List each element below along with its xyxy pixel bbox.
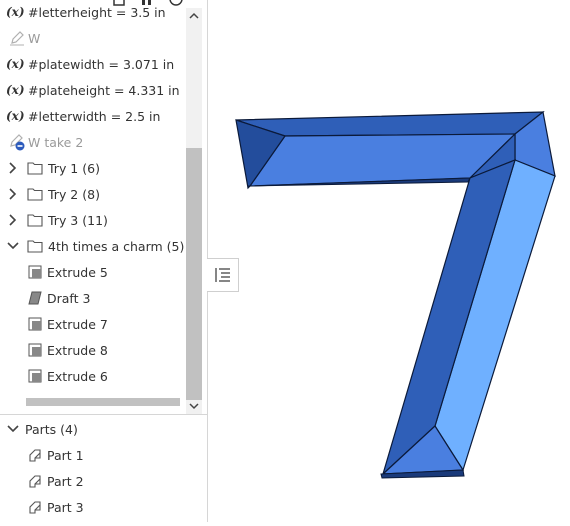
- scrollbar-thumb[interactable]: [186, 148, 202, 400]
- variable-row-letterwidth[interactable]: (x) #letterwidth = 2.5 in: [6, 103, 160, 129]
- part-label: Part 1: [47, 447, 84, 463]
- folder-row-4th-times[interactable]: 4th times a charm (5): [6, 233, 184, 259]
- extrude-icon: [26, 367, 44, 385]
- seven-model: [235, 110, 556, 479]
- feature-list[interactable]: (x) #letterheight = 3.5 in W (x) #platew…: [0, 0, 186, 412]
- folder-icon: [26, 185, 44, 203]
- chevron-down-icon: [7, 425, 19, 433]
- extrude-icon: [26, 341, 44, 359]
- feature-label: W: [28, 30, 41, 46]
- sketch-row-w[interactable]: W: [8, 25, 40, 51]
- part-row-1[interactable]: Part 1: [26, 442, 84, 468]
- feature-label: #letterheight = 3.5 in: [28, 4, 166, 20]
- variable-icon: (x): [6, 5, 25, 19]
- pencil-icon: [8, 29, 26, 47]
- part-row-2[interactable]: Part 2: [26, 468, 84, 494]
- chevron-right-icon: [9, 188, 17, 200]
- feature-row-extrude-6[interactable]: Extrude 6: [26, 363, 108, 389]
- variable-icon: (x): [6, 109, 25, 123]
- chevron-down-icon: [7, 242, 19, 250]
- extrude-icon: [26, 315, 44, 333]
- feature-label: #plateheight = 4.331 in: [28, 82, 180, 98]
- part-icon: [26, 472, 44, 490]
- feature-label: 4th times a charm (5): [48, 238, 185, 254]
- vertical-scrollbar[interactable]: [186, 8, 202, 414]
- graphics-viewport[interactable]: [209, 0, 570, 522]
- folder-row-try-2[interactable]: Try 2 (8): [6, 181, 100, 207]
- variable-row-letterheight[interactable]: (x) #letterheight = 3.5 in: [6, 0, 166, 25]
- feature-label: Extrude 6: [47, 368, 108, 384]
- chevron-right-icon: [9, 162, 17, 174]
- panel-divider: [0, 414, 207, 415]
- part-icon: [26, 446, 44, 464]
- sketch-row-w-take-2[interactable]: W take 2: [8, 129, 83, 155]
- feature-label: Extrude 5: [47, 264, 108, 280]
- draft-icon: [26, 289, 44, 307]
- folder-row-try-3[interactable]: Try 3 (11): [6, 207, 108, 233]
- part-label: Part 3: [47, 499, 84, 515]
- feature-panel: (x) #letterheight = 3.5 in W (x) #platew…: [0, 0, 208, 522]
- feature-label: Try 2 (8): [48, 186, 100, 202]
- feature-row-draft-3[interactable]: Draft 3: [26, 285, 90, 311]
- variable-icon: (x): [6, 83, 25, 97]
- feature-label: Draft 3: [47, 290, 91, 306]
- variable-icon: (x): [6, 57, 25, 71]
- folder-icon: [26, 211, 44, 229]
- parts-header-label: Parts (4): [25, 421, 78, 437]
- variable-row-plateheight[interactable]: (x) #plateheight = 4.331 in: [6, 77, 180, 103]
- part-label: Part 2: [47, 473, 84, 489]
- feature-label: Try 1 (6): [48, 160, 100, 176]
- feature-label: Extrude 7: [47, 316, 108, 332]
- horizontal-scrollbar[interactable]: [26, 398, 180, 406]
- extrude-icon: [26, 263, 44, 281]
- folder-icon: [26, 237, 44, 255]
- feature-row-extrude-7[interactable]: Extrude 7: [26, 311, 108, 337]
- part-icon: [26, 498, 44, 516]
- parts-header[interactable]: Parts (4): [6, 416, 78, 442]
- variable-row-platewidth[interactable]: (x) #platewidth = 3.071 in: [6, 51, 174, 77]
- feature-row-extrude-8[interactable]: Extrude 8: [26, 337, 108, 363]
- folder-icon: [26, 159, 44, 177]
- part-row-3[interactable]: Part 3: [26, 494, 84, 520]
- feature-label: #letterwidth = 2.5 in: [28, 108, 161, 124]
- chevron-right-icon: [9, 214, 17, 226]
- feature-label: W take 2: [28, 134, 84, 150]
- feature-label: #platewidth = 3.071 in: [28, 56, 175, 72]
- scroll-up-icon: [189, 12, 199, 19]
- feature-row-extrude-5[interactable]: Extrude 5: [26, 259, 108, 285]
- pencil-error-icon: [8, 133, 26, 151]
- feature-label: Extrude 8: [47, 342, 108, 358]
- scroll-down-icon: [189, 403, 199, 410]
- folder-row-try-1[interactable]: Try 1 (6): [6, 155, 100, 181]
- feature-label: Try 3 (11): [48, 212, 108, 228]
